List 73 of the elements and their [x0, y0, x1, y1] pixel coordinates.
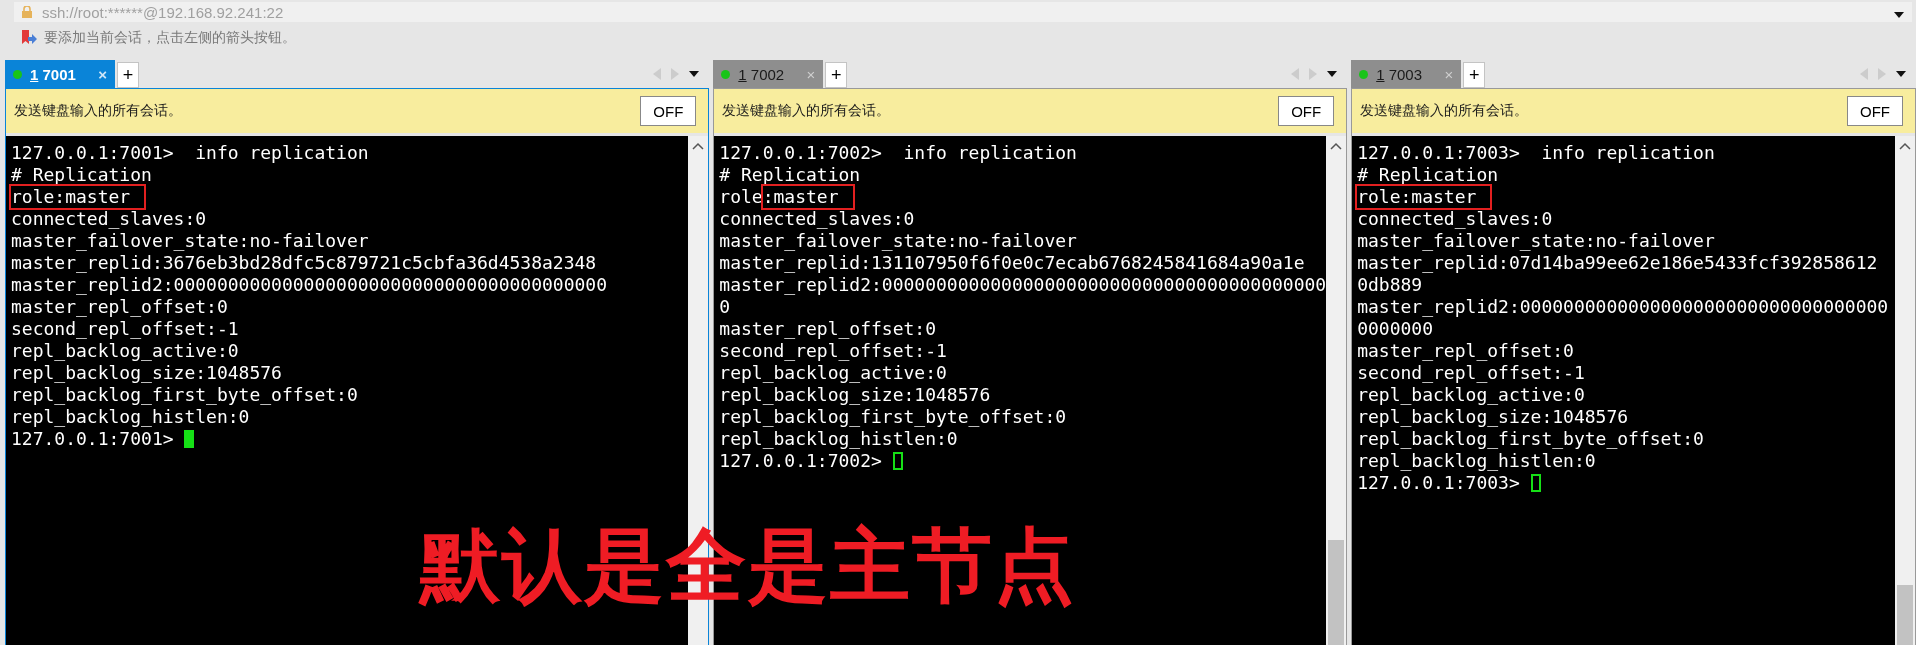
terminal-line: # Replication [719, 164, 861, 186]
terminal-line: repl_backlog_histlen:0 [1357, 450, 1596, 472]
scrollbar[interactable] [1326, 136, 1347, 645]
off-button[interactable]: OFF [1847, 96, 1903, 126]
scroll-thumb[interactable] [1328, 540, 1345, 645]
lock-icon [22, 6, 32, 18]
terminal-line: repl_backlog_size:1048576 [719, 384, 991, 406]
close-icon[interactable]: × [98, 65, 107, 83]
session-tab[interactable]: 1 7001 × [5, 60, 115, 88]
arrow-icon[interactable] [20, 29, 38, 47]
terminal-line: # Replication [11, 164, 152, 186]
terminal-line: master_replid:3676eb3bd28dfc5c879721c5cbfa36d4538a2348 [11, 252, 597, 274]
scroll-up-icon[interactable] [1330, 142, 1343, 150]
terminal-line: 0000000 [1357, 318, 1434, 340]
terminal-line: master_failover_state:no-failover [11, 230, 369, 252]
scroll-up-icon[interactable] [692, 142, 705, 150]
hint-text: 要添加当前会话，点击左侧的箭头按钮。 [44, 29, 296, 47]
terminal-line: connected_slaves:0 [719, 208, 915, 230]
terminal-line: connected_slaves:0 [1357, 208, 1553, 230]
terminal-line: master_replid2:0000000000000000000000000000000000 [1357, 296, 1889, 318]
terminal-line: repl_backlog_active:0 [719, 362, 947, 384]
terminal-line: 127.0.0.1:7003> [1357, 472, 1521, 494]
terminal-line: 127.0.0.1:7002> [719, 450, 883, 472]
terminal-line: master_replid:131107950f6f0e0c7ecab6768245841684a90a1e [719, 252, 1305, 274]
terminal-line: second_repl_offset:-1 [719, 340, 947, 362]
terminal-line: 127.0.0.1:7003> info replication [1357, 142, 1715, 164]
dropdown-icon[interactable] [689, 71, 700, 77]
terminal-line: repl_backlog_histlen:0 [11, 406, 250, 428]
terminal-line: repl_backlog_size:1048576 [1357, 406, 1629, 428]
highlight-box: role:master [9, 184, 147, 210]
terminal-line: second_repl_offset:-1 [1357, 362, 1585, 384]
terminal-line: repl_backlog_active:0 [11, 340, 239, 362]
scroll-thumb[interactable] [1897, 585, 1913, 645]
terminal-line: repl_backlog_size:1048576 [11, 362, 282, 384]
terminal-line: # Replication [1357, 164, 1499, 186]
scrollbar[interactable] [1895, 136, 1915, 645]
dropdown-icon[interactable] [1327, 71, 1338, 77]
terminal-line: master_failover_state:no-failover [1357, 230, 1715, 252]
terminal-line: 0 [719, 296, 731, 318]
session-tab[interactable]: 1 7002 × [713, 60, 824, 88]
scroll-up-icon[interactable] [1899, 142, 1911, 150]
new-tab-button[interactable]: + [825, 62, 848, 88]
broadcast-text: 发送键盘输入的所有会话。 [14, 102, 182, 120]
terminal-line: master_repl_offset:0 [11, 296, 228, 318]
off-button[interactable]: OFF [1278, 96, 1335, 126]
terminal-line: master_replid2:0000000000000000000000000000000000000000 [11, 274, 608, 296]
highlight-box: role:master [1355, 184, 1493, 210]
terminal-line: master_replid2:00000000000000000000000000000000000000000 [719, 274, 1327, 296]
highlight-box: :master [760, 184, 855, 210]
off-button[interactable]: OFF [640, 96, 697, 126]
broadcast-text: 发送键盘输入的所有会话。 [1360, 102, 1529, 120]
session-tab[interactable]: 1 7003 × [1351, 60, 1462, 88]
terminal-line: 127.0.0.1:7001> info replication [11, 142, 369, 164]
terminal-line: repl_backlog_first_byte_offset:0 [1357, 428, 1704, 450]
terminal-line: repl_backlog_histlen:0 [719, 428, 958, 450]
terminal-line: second_repl_offset:-1 [11, 318, 239, 340]
terminal-line: master_repl_offset:0 [719, 318, 937, 340]
new-tab-button[interactable]: + [117, 62, 139, 88]
terminal-line: repl_backlog_first_byte_offset:0 [11, 384, 358, 406]
dropdown-icon[interactable] [1894, 11, 1904, 18]
terminal-line: role [719, 186, 763, 208]
terminal-line: connected_slaves:0 [11, 208, 207, 230]
terminal-line: master_replid:07d14ba99ee62e186e5433fcf392858612 [1357, 252, 1878, 274]
terminal-line: 0db889 [1357, 274, 1423, 296]
new-tab-button[interactable]: + [1463, 62, 1486, 88]
terminal-line: master_repl_offset:0 [1357, 340, 1574, 362]
terminal-line: master_failover_state:no-failover [719, 230, 1077, 252]
terminal-line: 127.0.0.1:7002> info replication [719, 142, 1077, 164]
dropdown-icon[interactable] [1896, 71, 1906, 77]
terminal-line: repl_backlog_first_byte_offset:0 [719, 406, 1067, 428]
terminal-line: repl_backlog_active:0 [1357, 384, 1585, 406]
terminal-line: 127.0.0.1:7001> [11, 428, 175, 450]
broadcast-text: 发送键盘输入的所有会话。 [722, 102, 891, 120]
